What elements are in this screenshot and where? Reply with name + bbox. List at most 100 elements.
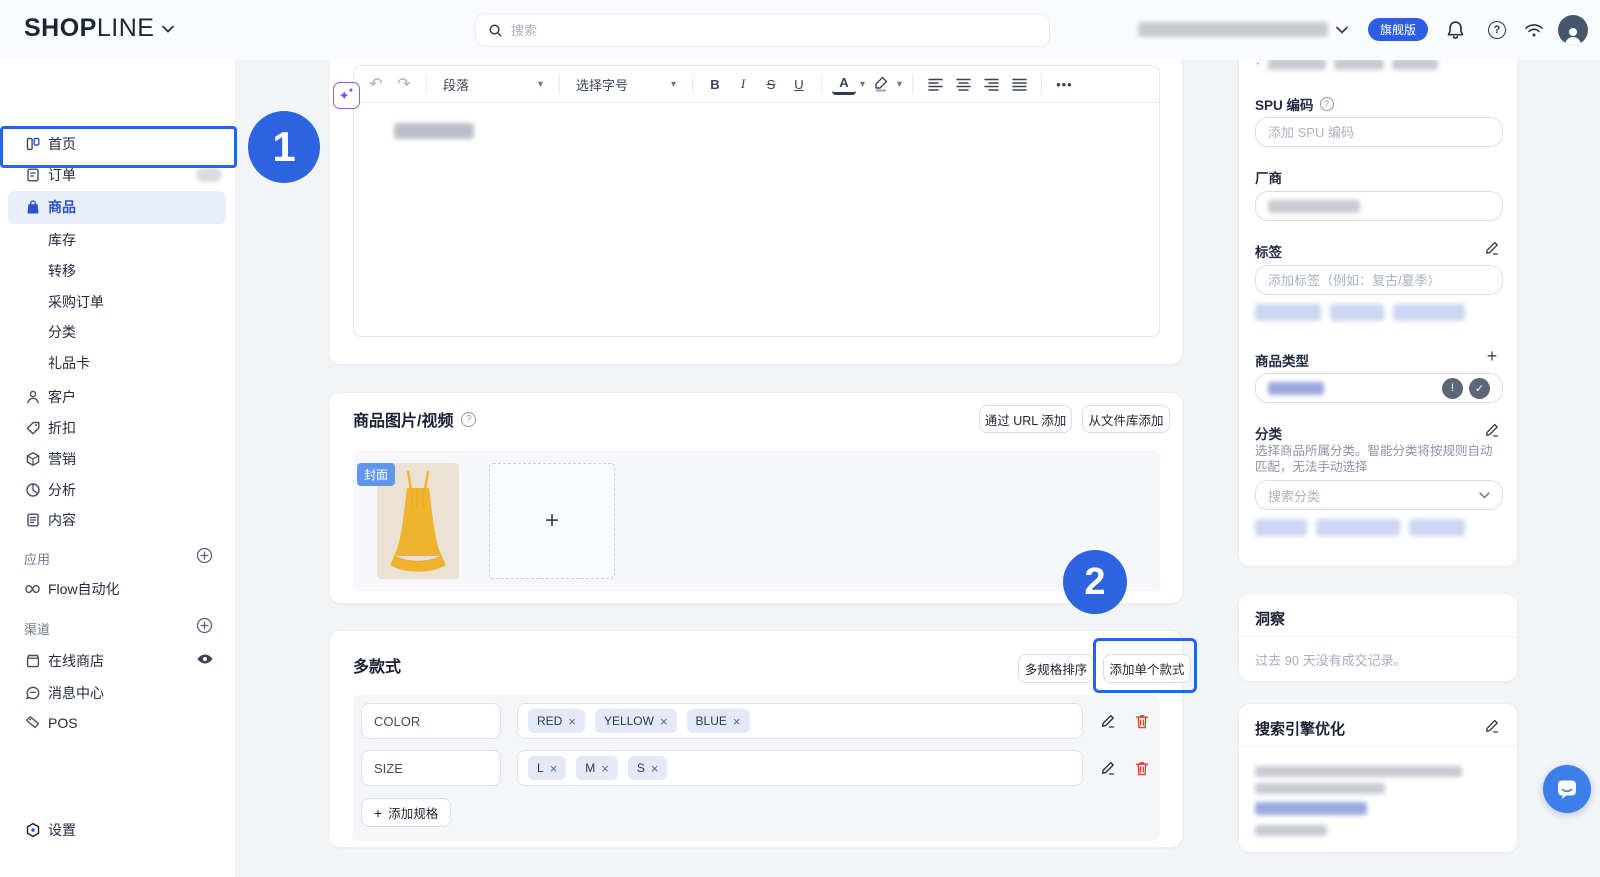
- plus-icon: +: [374, 805, 382, 821]
- spu-help-icon[interactable]: ?: [1320, 97, 1334, 111]
- remove-option-icon[interactable]: ×: [733, 714, 741, 729]
- edit-variant-pencil-icon[interactable]: [1099, 759, 1117, 777]
- sort-specs-button[interactable]: 多规格排序: [1018, 654, 1094, 683]
- align-right-button[interactable]: [979, 71, 1003, 97]
- sidebar-item-flow[interactable]: Flow自动化: [0, 579, 236, 599]
- view-store-eye-icon[interactable]: [196, 652, 214, 670]
- font-size-dropdown[interactable]: 选择字号▾: [570, 75, 682, 94]
- add-by-url-button[interactable]: 通过 URL 添加: [979, 405, 1072, 433]
- more-tools-button[interactable]: •••: [1052, 71, 1077, 97]
- tags-input[interactable]: [1255, 265, 1503, 295]
- store-switcher-chevron-icon[interactable]: [1330, 18, 1354, 42]
- sidebar-item-products[interactable]: 商品: [0, 197, 236, 217]
- sidebar-item-content[interactable]: 内容: [0, 510, 236, 530]
- insights-card: 洞察 过去 90 天没有成交记录。: [1238, 593, 1518, 682]
- pos-icon: [24, 715, 41, 732]
- content-doc-icon: [24, 512, 41, 529]
- italic-button[interactable]: I: [731, 71, 755, 97]
- variant-options-panel: RED× YELLOW× BLUE× L× M× S× + 添加规格: [353, 695, 1160, 841]
- plus-icon: +: [545, 507, 559, 535]
- remove-option-icon[interactable]: ×: [651, 761, 659, 776]
- sidebar-item-settings[interactable]: 设置: [0, 820, 236, 840]
- highlight-pen-button[interactable]: [869, 71, 893, 97]
- add-channel-icon[interactable]: [196, 617, 213, 634]
- type-warning-icon[interactable]: !: [1442, 378, 1463, 399]
- redo-icon[interactable]: ↷: [392, 71, 416, 97]
- paragraph-style-dropdown[interactable]: 段落▾: [437, 75, 549, 94]
- remove-option-icon[interactable]: ×: [550, 761, 558, 776]
- sidebar-item-analytics[interactable]: 分析: [0, 480, 236, 500]
- sidebar-item-message-center[interactable]: 消息中心: [0, 683, 236, 703]
- bold-button[interactable]: B: [703, 71, 727, 97]
- add-media-button[interactable]: +: [489, 463, 615, 579]
- variant-name-input[interactable]: [361, 750, 501, 786]
- global-search[interactable]: [475, 13, 1050, 47]
- sidebar-item-inventory[interactable]: 库存: [0, 230, 236, 250]
- insights-title: 洞察: [1255, 608, 1285, 629]
- edit-seo-pencil-icon[interactable]: [1483, 717, 1501, 735]
- products-bag-icon: [24, 199, 41, 216]
- network-wifi-icon[interactable]: [1522, 18, 1546, 42]
- sidebar-item-discounts[interactable]: 折扣: [0, 418, 236, 438]
- delete-variant-trash-icon[interactable]: [1133, 759, 1151, 777]
- sidebar-item-purchase-orders[interactable]: 采购订单: [0, 292, 236, 312]
- sidebar-item-transfers[interactable]: 转移: [0, 261, 236, 281]
- account-avatar[interactable]: [1558, 15, 1588, 45]
- help-icon[interactable]: ?: [1485, 18, 1509, 42]
- edit-variant-pencil-icon[interactable]: [1099, 712, 1117, 730]
- spu-input[interactable]: [1255, 117, 1503, 147]
- remove-option-icon[interactable]: ×: [568, 714, 576, 729]
- editor-content[interactable]: [354, 103, 1159, 337]
- variants-section-title: 多款式: [353, 653, 401, 677]
- sidebar-item-marketing[interactable]: 营销: [0, 449, 236, 469]
- undo-icon[interactable]: ↶: [364, 71, 388, 97]
- vendor-input[interactable]: [1255, 191, 1503, 221]
- align-left-button[interactable]: [923, 71, 947, 97]
- divider: [1239, 636, 1517, 637]
- edit-tags-pencil-icon[interactable]: [1483, 239, 1501, 257]
- highlight-caret-icon[interactable]: ▾: [897, 79, 902, 90]
- sidebar-item-online-store[interactable]: 在线商店: [0, 651, 236, 671]
- rich-text-editor[interactable]: ↶ ↷ 段落▾ 选择字号▾ B I S U A ▾ ▾ •••: [353, 65, 1160, 337]
- search-input[interactable]: [511, 23, 1037, 38]
- ai-assistant-button[interactable]: ✦✦: [333, 82, 360, 109]
- type-confirm-icon[interactable]: ✓: [1469, 378, 1490, 399]
- sidebar-item-pos[interactable]: POS: [0, 713, 236, 733]
- align-justify-button[interactable]: [1007, 71, 1031, 97]
- sidebar-item-orders[interactable]: 订单: [0, 165, 236, 185]
- seo-link-redacted: [1255, 802, 1367, 815]
- add-spec-button[interactable]: + 添加规格: [361, 798, 451, 827]
- variant-options-field[interactable]: RED× YELLOW× BLUE×: [517, 703, 1083, 739]
- product-image-tile[interactable]: 封面: [377, 463, 459, 579]
- shopline-logo[interactable]: SHOPLINE: [24, 14, 174, 43]
- underline-button[interactable]: U: [787, 71, 811, 97]
- support-chat-button[interactable]: [1543, 765, 1591, 813]
- sidebar-item-collections[interactable]: 分类: [0, 322, 236, 342]
- add-product-type-icon[interactable]: +: [1483, 347, 1501, 365]
- add-app-icon[interactable]: [196, 547, 213, 564]
- text-color-caret-icon[interactable]: ▾: [860, 79, 865, 90]
- remove-option-icon[interactable]: ×: [660, 714, 668, 729]
- align-center-button[interactable]: [951, 71, 975, 97]
- text-color-button[interactable]: A: [832, 73, 856, 95]
- product-media-card: 商品图片/视频 ? 通过 URL 添加 从文件库添加 封面 +: [328, 392, 1183, 604]
- edit-category-pencil-icon[interactable]: [1483, 421, 1501, 439]
- delete-variant-trash-icon[interactable]: [1133, 712, 1151, 730]
- annotation-step-2: 2: [1063, 550, 1127, 614]
- add-from-library-button[interactable]: 从文件库添加: [1082, 405, 1170, 433]
- category-select[interactable]: 搜索分类: [1255, 480, 1503, 510]
- variant-row-color: RED× YELLOW× BLUE×: [361, 703, 1151, 739]
- tags-label: 标签: [1255, 241, 1282, 261]
- product-type-input[interactable]: ! ✓: [1255, 373, 1503, 403]
- variant-options-field[interactable]: L× M× S×: [517, 750, 1083, 786]
- strikethrough-button[interactable]: S: [759, 71, 783, 97]
- media-help-icon[interactable]: ?: [461, 412, 476, 427]
- sidebar-item-gift-cards[interactable]: 礼品卡: [0, 353, 236, 373]
- sidebar-item-customers[interactable]: 客户: [0, 387, 236, 407]
- seo-card: 搜索引擎优化: [1238, 703, 1518, 853]
- notifications-bell-icon[interactable]: [1443, 18, 1467, 42]
- variant-row-size: L× M× S×: [361, 750, 1151, 786]
- remove-option-icon[interactable]: ×: [601, 761, 609, 776]
- variant-name-input[interactable]: [361, 703, 501, 739]
- category-help-text: 选择商品所属分类。智能分类将按规则自动匹配，无法手动选择: [1255, 443, 1503, 475]
